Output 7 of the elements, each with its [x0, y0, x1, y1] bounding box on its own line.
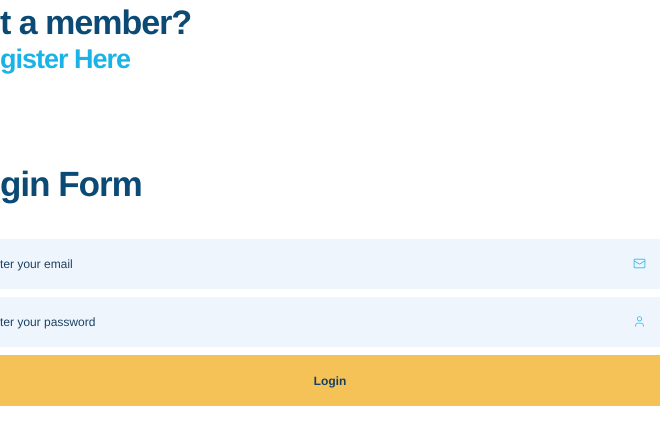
form-title: gin Form: [0, 165, 142, 205]
signup-question: t a member?: [0, 3, 192, 43]
envelope-icon: [633, 257, 646, 270]
input-field[interactable]: ter your password: [0, 297, 660, 347]
login-button[interactable]: Login: [0, 355, 660, 406]
input-field[interactable]: ter your email: [0, 239, 660, 289]
user-icon: [633, 315, 646, 328]
